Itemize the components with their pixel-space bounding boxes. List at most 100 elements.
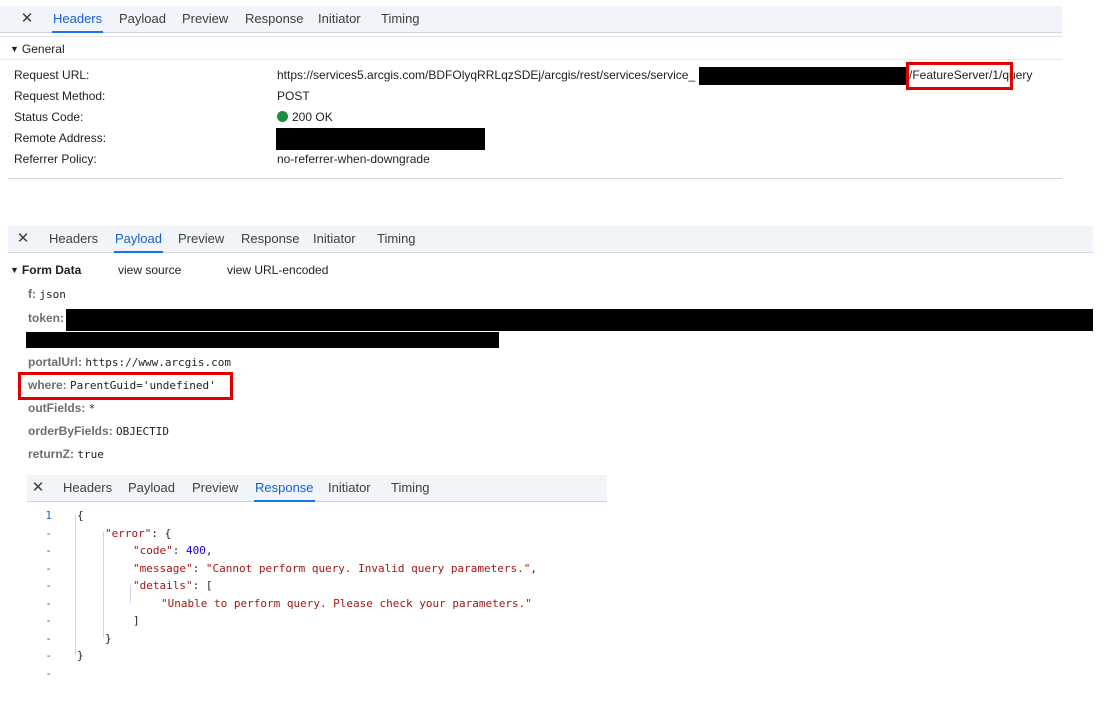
indent-guide	[130, 585, 131, 603]
response-panel: ✕ Headers Payload Preview Response Initi…	[27, 475, 607, 680]
code-token: :	[192, 561, 206, 575]
code-line: "code": 400,	[133, 542, 213, 560]
form-field-portalurl: portalUrl: https://www.arcgis.com	[28, 352, 231, 372]
line-number: -	[45, 561, 52, 575]
code-token: "code"	[133, 544, 173, 557]
request-method-label: Request Method:	[14, 89, 106, 103]
code-token: : [	[192, 579, 213, 592]
tab-initiator[interactable]: Initiator	[328, 475, 371, 501]
indent-guide	[75, 515, 76, 655]
form-data-title: Form Data	[21, 263, 82, 277]
code-token: :	[172, 544, 186, 557]
tab-payload[interactable]: Payload	[128, 475, 175, 501]
code-token: "Cannot perform query. Invalid query par…	[205, 561, 531, 575]
field-value: json	[39, 288, 66, 301]
field-key: portalUrl:	[28, 355, 82, 369]
tab-headers[interactable]: Headers	[49, 226, 98, 252]
tab-initiator[interactable]: Initiator	[313, 226, 356, 252]
line-number: -	[45, 631, 52, 645]
general-section-header[interactable]: ▼ General	[0, 36, 1062, 60]
tab-timing[interactable]: Timing	[377, 226, 416, 252]
tab-response[interactable]: Response	[254, 475, 315, 502]
remote-address-label: Remote Address:	[14, 131, 107, 145]
form-field-returnz: returnZ: true	[28, 444, 104, 464]
code-token: "Unable to perform query. Please check y…	[161, 596, 532, 610]
tab-payload[interactable]: Payload	[119, 6, 166, 32]
close-icon[interactable]: ✕	[20, 6, 34, 32]
code-line: ]	[133, 612, 140, 630]
view-source-link[interactable]: view source	[118, 260, 181, 280]
tab-preview[interactable]: Preview	[192, 475, 238, 501]
tab-timing[interactable]: Timing	[391, 475, 430, 501]
tab-response[interactable]: Response	[245, 6, 304, 32]
line-number: -	[45, 596, 52, 610]
tab-headers[interactable]: Headers	[51, 6, 104, 33]
payload-panel: ✕ Headers Payload Preview Response Initi…	[8, 226, 1093, 466]
code-token: }	[77, 649, 84, 662]
line-number: -	[45, 614, 52, 627]
status-ok-dot-icon	[277, 111, 288, 122]
field-value: true	[77, 448, 104, 461]
tab-preview[interactable]: Preview	[182, 6, 228, 32]
field-key: token:	[28, 311, 64, 325]
tab-timing[interactable]: Timing	[381, 6, 420, 32]
code-line: }	[77, 647, 84, 665]
code-line: "details": [	[133, 577, 212, 595]
request-url-label: Request URL:	[14, 68, 90, 82]
redacted-token-line2	[26, 332, 499, 348]
tab-payload[interactable]: Payload	[114, 226, 163, 253]
code-line: "message": "Cannot perform query. Invali…	[133, 560, 537, 578]
expand-triangle-icon: ▼	[10, 44, 19, 54]
code-token: "message"	[133, 561, 193, 575]
status-code-value-wrap: 200 OK	[277, 107, 333, 127]
indent-guide	[103, 532, 104, 638]
field-key: orderByFields:	[28, 424, 113, 438]
code-token: : {	[151, 526, 172, 540]
tab-response[interactable]: Response	[241, 226, 300, 252]
request-url-value: https://services5.arcgis.com/BDFOlyqRRLq…	[277, 68, 696, 82]
response-panel-tabbar: ✕ Headers Payload Preview Response Initi…	[27, 475, 607, 502]
line-number: -	[45, 666, 52, 680]
form-field-outfields: outFields: *	[28, 398, 95, 418]
referrer-policy-label: Referrer Policy:	[14, 152, 97, 166]
field-key: returnZ:	[28, 447, 74, 461]
code-token: }	[105, 631, 112, 645]
close-icon[interactable]: ✕	[16, 226, 30, 252]
tab-headers[interactable]: Headers	[63, 475, 112, 501]
redacted-remote-address	[276, 128, 485, 150]
code-line: {	[77, 507, 84, 525]
code-token: "error"	[105, 526, 152, 540]
redacted-token-line1	[66, 309, 1093, 331]
field-key: f:	[28, 287, 36, 301]
view-url-encoded-link[interactable]: view URL-encoded	[227, 260, 328, 280]
code-token: {	[77, 509, 84, 522]
tab-initiator[interactable]: Initiator	[318, 6, 361, 32]
tab-preview[interactable]: Preview	[178, 226, 224, 252]
field-value: OBJECTID	[116, 425, 170, 438]
redacted-url-segment	[699, 67, 909, 85]
code-token: ,	[205, 544, 213, 557]
line-number: -	[45, 579, 52, 592]
code-line: "Unable to perform query. Please check y…	[161, 595, 532, 613]
referrer-policy-value: no-referrer-when-downgrade	[277, 152, 430, 166]
response-code-view[interactable]: 1- - - - - - - - -{"error": {"code": 400, "messag…	[27, 505, 607, 680]
code-line: }	[105, 630, 112, 648]
request-method-value: POST	[277, 89, 310, 103]
form-field-f: f: json	[28, 284, 66, 304]
headers-panel: ✕ Headers Payload Preview Response Initi…	[0, 6, 1062, 190]
line-number: -	[45, 649, 52, 662]
status-code-value: 200 OK	[292, 110, 333, 124]
field-value: *	[88, 402, 96, 415]
field-value: https://www.arcgis.com	[85, 356, 232, 369]
code-line: "error": {	[105, 525, 171, 543]
form-field-token: token:	[28, 308, 64, 328]
general-title: General	[21, 42, 65, 56]
expand-triangle-icon: ▼	[10, 265, 19, 275]
line-number: -	[45, 544, 52, 557]
close-icon[interactable]: ✕	[31, 475, 45, 501]
code-token: "details"	[133, 579, 193, 592]
form-data-header[interactable]: ▼ Form Data	[10, 260, 81, 280]
line-number: -	[45, 526, 52, 540]
featureserver-highlight-box	[906, 62, 1013, 90]
code-token: ]	[133, 614, 140, 627]
